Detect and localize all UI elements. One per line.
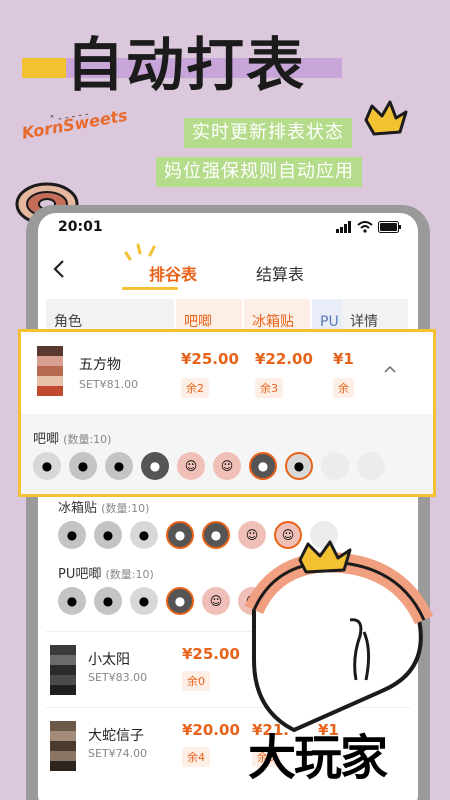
active-tab-indicator <box>122 287 178 290</box>
sub-label-badge-text: 吧唧 <box>33 432 60 447</box>
watermark-stamp: 大玩家 <box>248 730 388 786</box>
row-price-badge: ¥25.00 <box>182 645 240 663</box>
status-icons <box>336 221 402 233</box>
row-set-price: SET¥83.00 <box>88 671 148 684</box>
tab-sort-sheet[interactable]: 排谷表 <box>149 261 197 285</box>
signal-icon <box>336 221 351 233</box>
avatar[interactable]: ● <box>33 452 61 480</box>
status-time: 20:01 <box>58 219 103 235</box>
sub-label-pu: PU吧唧 (数量:10) <box>58 563 154 582</box>
avatar[interactable]: ● <box>94 587 122 615</box>
back-button[interactable] <box>52 255 80 283</box>
avatar-empty[interactable] <box>357 452 385 480</box>
avatar[interactable]: ● <box>58 521 86 549</box>
sub-label-pu-text: PU吧唧 <box>58 567 102 582</box>
nav-bar: 排谷表 结算表 <box>38 241 418 299</box>
avatar[interactable]: ☺ <box>177 452 205 480</box>
avatar[interactable]: ● <box>105 452 133 480</box>
featured-stock-fridge: 余3 <box>255 378 283 398</box>
row-price-badge: ¥20.00 <box>182 721 240 739</box>
product-thumbnail <box>50 721 76 771</box>
featured-price-badge: ¥25.00 <box>181 350 239 368</box>
sub-label-fridge-count: (数量:10) <box>101 502 150 515</box>
product-thumbnail <box>37 346 63 396</box>
avatar[interactable]: ● <box>94 521 122 549</box>
avatar[interactable]: ☺ <box>202 587 230 615</box>
promo-title: 自动打表 <box>66 31 307 99</box>
sub-label-pu-count: (数量:10) <box>105 568 154 581</box>
row-stock-badge: 余4 <box>182 747 210 767</box>
featured-set-price: SET¥81.00 <box>79 378 139 391</box>
avatar-empty[interactable] <box>321 452 349 480</box>
status-bar: 20:01 <box>38 213 418 241</box>
cat-mascot-icon <box>244 540 434 733</box>
avatar[interactable]: ☺ <box>213 452 241 480</box>
title-highlight-accent <box>22 58 66 78</box>
tagline-realtime: 实时更新排表状态 <box>184 118 352 148</box>
sub-label-badge-count: (数量:10) <box>63 433 112 446</box>
avatar[interactable]: ● <box>166 587 194 615</box>
row-name: 小太阳 <box>88 652 130 668</box>
featured-expanded-panel: 吧唧 (数量:10) ● ● ● ● ☺ ☺ ● ● <box>21 414 433 494</box>
battery-icon <box>378 221 401 233</box>
row-set-price: SET¥74.00 <box>88 747 148 760</box>
sub-label-fridge: 冰箱贴 (数量:10) <box>58 497 149 516</box>
avatar[interactable]: ● <box>141 452 169 480</box>
crown-icon <box>364 100 408 136</box>
featured-name: 五方物 <box>79 357 121 373</box>
avatar[interactable]: ● <box>58 587 86 615</box>
featured-stock-pu: 余 <box>333 378 354 398</box>
sub-label-badge: 吧唧 (数量:10) <box>33 428 111 447</box>
avatar[interactable]: ● <box>249 452 277 480</box>
avatar[interactable]: ● <box>166 521 194 549</box>
avatar[interactable]: ● <box>202 521 230 549</box>
tab-settlement-sheet[interactable]: 结算表 <box>256 261 304 285</box>
row-name: 大蛇信子 <box>88 728 144 744</box>
sub-label-fridge-text: 冰箱贴 <box>58 501 98 516</box>
featured-price-fridge: ¥22.00 <box>255 350 313 368</box>
avatar[interactable]: ● <box>69 452 97 480</box>
avatar[interactable]: ● <box>285 452 313 480</box>
featured-row[interactable]: 五方物 SET¥81.00 ¥25.00 余2 ¥22.00 余3 ¥1 余 <box>21 332 433 414</box>
product-thumbnail <box>50 645 76 695</box>
featured-price-pu: ¥1 <box>333 350 354 368</box>
featured-stock-badge: 余2 <box>181 378 209 398</box>
tagline-rules: 妈位强保规则自动应用 <box>156 157 362 187</box>
avatar[interactable]: ● <box>130 521 158 549</box>
avatar[interactable]: ● <box>130 587 158 615</box>
badge-avatar-row: ● ● ● ● ☺ ☺ ● ● <box>33 452 385 480</box>
row-stock-badge: 余0 <box>182 671 210 691</box>
featured-row-card[interactable]: 五方物 SET¥81.00 ¥25.00 余2 ¥22.00 余3 ¥1 余 吧… <box>18 329 436 497</box>
chevron-up-icon[interactable] <box>383 364 397 374</box>
chevron-left-icon <box>53 260 64 278</box>
wifi-icon <box>357 221 373 233</box>
